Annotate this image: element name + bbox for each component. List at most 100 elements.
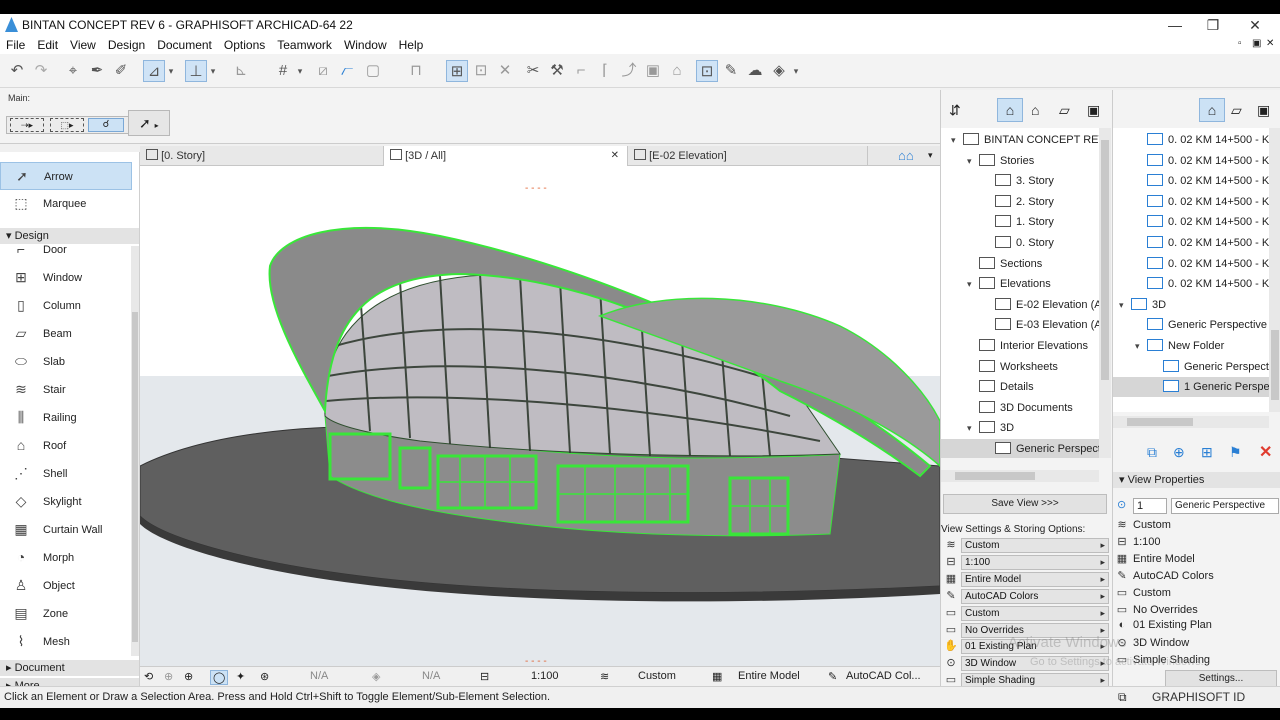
tab-elevation[interactable]: [E-02 Elevation] (628, 146, 868, 166)
tab-list-icon[interactable]: ⌂⌂ (898, 148, 914, 163)
zoom-in-icon[interactable]: ⊕ (164, 670, 173, 683)
new-folder-icon[interactable]: ⧉ (1147, 444, 1157, 461)
view-setting-row[interactable]: ⊟ 1:100 (943, 554, 1109, 570)
3d-viewport[interactable]: - - - - - - - - (140, 166, 940, 666)
close-button[interactable]: ✕ (1240, 15, 1270, 35)
cross-icon[interactable]: ✕ (494, 60, 516, 82)
status-window-icon[interactable]: ⧉ (1118, 690, 1127, 705)
element-info-icon[interactable]: ⊞ (446, 60, 468, 82)
trace-icon[interactable]: ▢ (362, 60, 384, 82)
navigator-mode-icon[interactable]: ⇵ (949, 102, 961, 119)
project-map-item[interactable]: ▾ BINTAN CONCEPT REV 6 (941, 130, 1099, 150)
curve-icon[interactable]: ⤴ (618, 60, 640, 82)
view-map-item[interactable]: 0. 02 KM 14+500 - KM (1113, 192, 1269, 212)
clone-folder-icon[interactable]: ⊕ (1173, 444, 1185, 461)
walk-icon[interactable]: ✦ (236, 670, 245, 683)
multi-select-icon[interactable]: ⊡ (696, 60, 718, 82)
view-map-item[interactable]: 0. 02 KM 14+500 - KM (1113, 254, 1269, 274)
layer-combination-value[interactable]: Custom (638, 670, 676, 682)
tab-close-icon[interactable]: ✕ (611, 146, 619, 166)
tab-3d[interactable]: [3D / All] ✕ (384, 146, 628, 166)
rotate-view-icon[interactable]: ⟲ (144, 670, 153, 683)
project-map-icon[interactable]: ⌂ (997, 98, 1023, 122)
project-map-item[interactable]: 0. Story (941, 233, 1099, 253)
delete-icon[interactable]: ✕ (1259, 442, 1272, 462)
project-map-item[interactable]: 3D Documents (941, 398, 1099, 418)
save-view-button[interactable]: Save View >>> (943, 494, 1107, 514)
view-map-item[interactable]: ▾ 3D (1113, 295, 1269, 315)
dropdown-arrow-icon[interactable]: ▾ (294, 60, 306, 82)
inject-icon[interactable]: ✐ (110, 60, 132, 82)
publisher-tab-icon[interactable]: ▣ (1257, 102, 1270, 119)
fit-window-icon[interactable]: ⊛ (260, 670, 269, 683)
offset-icon[interactable]: ⌈ (594, 60, 616, 82)
tool-column[interactable]: ▯ Column (0, 292, 132, 320)
split-icon[interactable]: ✂ (522, 60, 544, 82)
layout-book-tab-icon[interactable]: ▱ (1231, 102, 1242, 119)
menu-item-help[interactable]: Help (393, 36, 430, 54)
doc-minimize-button[interactable]: ▫ (1238, 38, 1242, 49)
viewmap-h-scroll-thumb[interactable] (1127, 418, 1193, 426)
project-map-item[interactable]: Worksheets (941, 357, 1099, 377)
layers-icon[interactable]: ≋ (600, 670, 609, 683)
tool-mesh[interactable]: ⌇ Mesh (0, 628, 132, 656)
project-map-item[interactable]: ▾ Stories (941, 151, 1099, 171)
tree-expand-icon[interactable]: ▾ (967, 274, 972, 294)
view-map-item[interactable]: Generic Perspective (1113, 315, 1269, 335)
tool-object[interactable]: ♙ Object (0, 572, 132, 600)
angle-value[interactable]: N/A (310, 670, 328, 682)
project-map-item[interactable]: 3. Story (941, 171, 1099, 191)
view-map-item[interactable]: 0. 02 KM 14+500 - KM (1113, 274, 1269, 294)
menu-item-edit[interactable]: Edit (31, 36, 64, 54)
tool-shell[interactable]: ⋰ Shell (0, 460, 132, 488)
view-setting-dropdown[interactable]: 1:100 (961, 554, 1109, 570)
menu-item-design[interactable]: Design (102, 36, 151, 54)
tree-expand-icon[interactable]: ▾ (951, 130, 956, 150)
view-setting-row[interactable]: ✎ AutoCAD Colors (943, 588, 1109, 604)
new-view-icon[interactable]: ⊞ (1201, 444, 1213, 461)
document-section-header[interactable]: ▸ Document (0, 660, 139, 676)
tool-curtain-wall[interactable]: ▦ Curtain Wall (0, 516, 132, 544)
tab-list-dropdown-icon[interactable]: ▾ (928, 150, 933, 161)
layout-book-icon[interactable]: ▱ (1059, 102, 1070, 119)
tool-window[interactable]: ⊞ Window (0, 264, 132, 292)
tool-skylight[interactable]: ◇ Skylight (0, 488, 132, 516)
menu-item-view[interactable]: View (64, 36, 102, 54)
model-view-icon[interactable]: ▦ (712, 670, 722, 683)
view-map-icon[interactable]: ⌂ (1031, 102, 1039, 118)
tool-beam[interactable]: ▱ Beam (0, 320, 132, 348)
dropdown-arrow-icon[interactable]: ▾ (165, 60, 177, 82)
fillet-icon[interactable]: ⌐ (570, 60, 592, 82)
roof-trim-icon[interactable]: ⌂ (666, 60, 688, 82)
view-setting-row[interactable]: ▦ Entire Model (943, 571, 1109, 587)
tool-door[interactable]: ⌐ Door (0, 236, 132, 264)
menu-item-document[interactable]: Document (151, 36, 218, 54)
view-direction-icon[interactable]: ◈ (372, 670, 380, 683)
tree-expand-icon[interactable]: ▾ (967, 151, 972, 171)
redo-icon[interactable]: ↷ (30, 60, 52, 82)
view-map-item[interactable]: 0. 02 KM 14+500 - KM (1113, 233, 1269, 253)
tree-expand-icon[interactable]: ▾ (967, 418, 972, 438)
view-map-item[interactable]: ▾ New Folder (1113, 336, 1269, 356)
undo-icon[interactable]: ↶ (6, 60, 28, 82)
view-setting-dropdown[interactable]: AutoCAD Colors (961, 588, 1109, 604)
grid-snap-icon[interactable]: # (272, 60, 294, 82)
project-map-item[interactable]: Interior Elevations (941, 336, 1099, 356)
scale-icon[interactable]: ⊟ (480, 670, 489, 683)
zoom-icon[interactable]: ⊕ (184, 670, 193, 683)
doc-restore-button[interactable]: ▣ (1252, 38, 1261, 49)
snap-guides-icon[interactable]: ⊥ (185, 60, 207, 82)
dropdown-arrow-icon[interactable]: ▾ (790, 60, 802, 82)
flag-icon[interactable]: ⚑ (1229, 444, 1242, 461)
guide-lines-icon[interactable]: ⊿ (143, 60, 165, 82)
project-map-item[interactable]: ▾ Elevations (941, 274, 1099, 294)
tool-arrow[interactable]: ➚ Arrow (0, 162, 132, 190)
marquee-mode-icon[interactable]: ⬚▸ (50, 118, 84, 132)
tree-expand-icon[interactable]: ▾ (1119, 295, 1124, 315)
adjust-icon[interactable]: ⚒ (546, 60, 568, 82)
arrow-tool-settings-icon[interactable]: ➚ ▸ (128, 110, 170, 136)
view-setting-dropdown[interactable]: Entire Model (961, 571, 1109, 587)
dropdown-arrow-icon[interactable]: ▾ (207, 60, 219, 82)
tool-zone[interactable]: ▤ Zone (0, 600, 132, 628)
cloud-icon[interactable]: ☁ (744, 60, 766, 82)
